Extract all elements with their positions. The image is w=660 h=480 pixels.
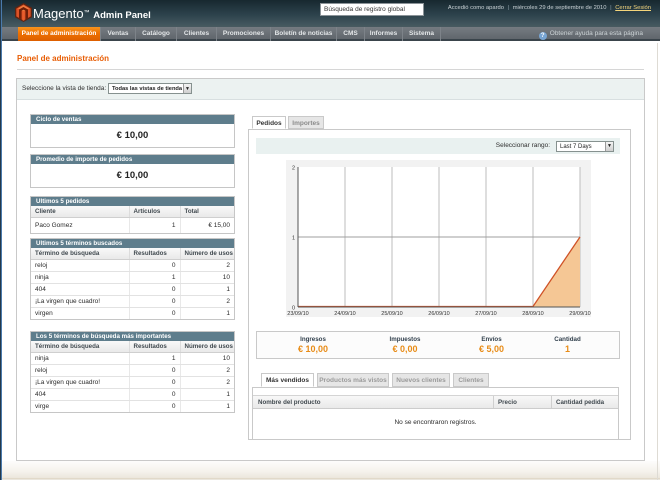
svg-text:1: 1 [292,236,295,242]
svg-text:28/09/10: 28/09/10 [522,311,543,317]
svg-text:25/09/10: 25/09/10 [381,311,402,317]
svg-text:23/09/10: 23/09/10 [287,311,308,317]
svg-text:2: 2 [292,166,295,172]
svg-text:29/09/10: 29/09/10 [569,311,590,317]
svg-text:24/09/10: 24/09/10 [334,311,355,317]
svg-text:26/09/10: 26/09/10 [428,311,449,317]
svg-text:27/09/10: 27/09/10 [475,311,496,317]
